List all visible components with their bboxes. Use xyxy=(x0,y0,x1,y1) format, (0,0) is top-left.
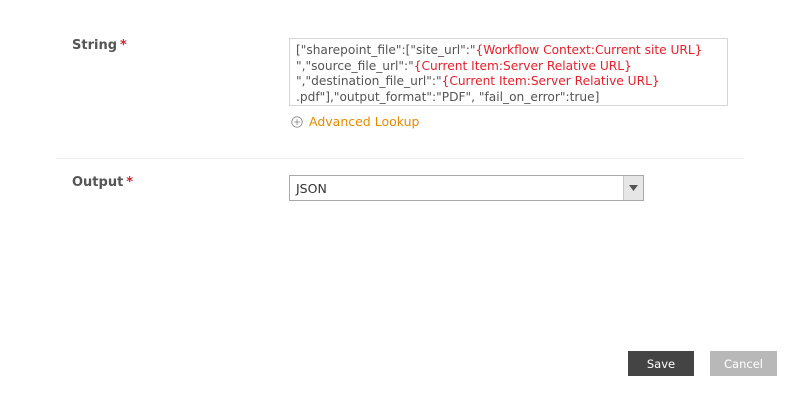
string-text: ["sharepoint_file":["site_url":" xyxy=(296,43,476,57)
string-line: ","destination_file_url":"{Current Item:… xyxy=(296,74,721,90)
triangle-down-icon xyxy=(629,185,638,191)
required-marker: * xyxy=(126,175,134,190)
dropdown-toggle[interactable] xyxy=(623,176,643,200)
output-label-text: Output xyxy=(72,175,124,190)
string-field-label: String * xyxy=(72,38,127,53)
save-button[interactable]: Save xyxy=(628,351,694,376)
section-divider xyxy=(57,158,744,159)
string-text: ","destination_file_url":" xyxy=(296,74,442,88)
string-label-text: String xyxy=(72,38,118,53)
string-input[interactable]: ["sharepoint_file":["site_url":"{Workflo… xyxy=(289,38,728,106)
string-line: ","source_file_url":"{Current Item:Serve… xyxy=(296,59,721,75)
string-line: .pdf"],"output_format":"PDF", "fail_on_e… xyxy=(296,90,721,106)
advanced-lookup-label: Advanced Lookup xyxy=(309,114,420,129)
string-text: .pdf"],"output_format":"PDF", "fail_on_e… xyxy=(296,89,600,104)
advanced-lookup-link[interactable]: Advanced Lookup xyxy=(291,114,419,129)
output-selected-value: JSON xyxy=(296,181,327,196)
required-marker: * xyxy=(120,38,127,53)
plus-circle-icon xyxy=(291,115,303,128)
workflow-action-config: String * ["sharepoint_file":["site_url":"… xyxy=(0,0,800,396)
lookup-token: {Workflow Context:Current site URL} xyxy=(475,43,703,57)
cancel-button[interactable]: Cancel xyxy=(710,351,777,376)
output-format-select[interactable]: JSON xyxy=(289,175,644,201)
output-field-label: Output * xyxy=(72,175,133,190)
lookup-token: {Current Item:Server Relative URL} xyxy=(413,58,632,73)
string-line: ["sharepoint_file":["site_url":"{Workflo… xyxy=(296,43,721,59)
string-text: ","source_file_url":" xyxy=(296,58,414,73)
lookup-token: {Current Item:Server Relative URL} xyxy=(441,74,660,88)
